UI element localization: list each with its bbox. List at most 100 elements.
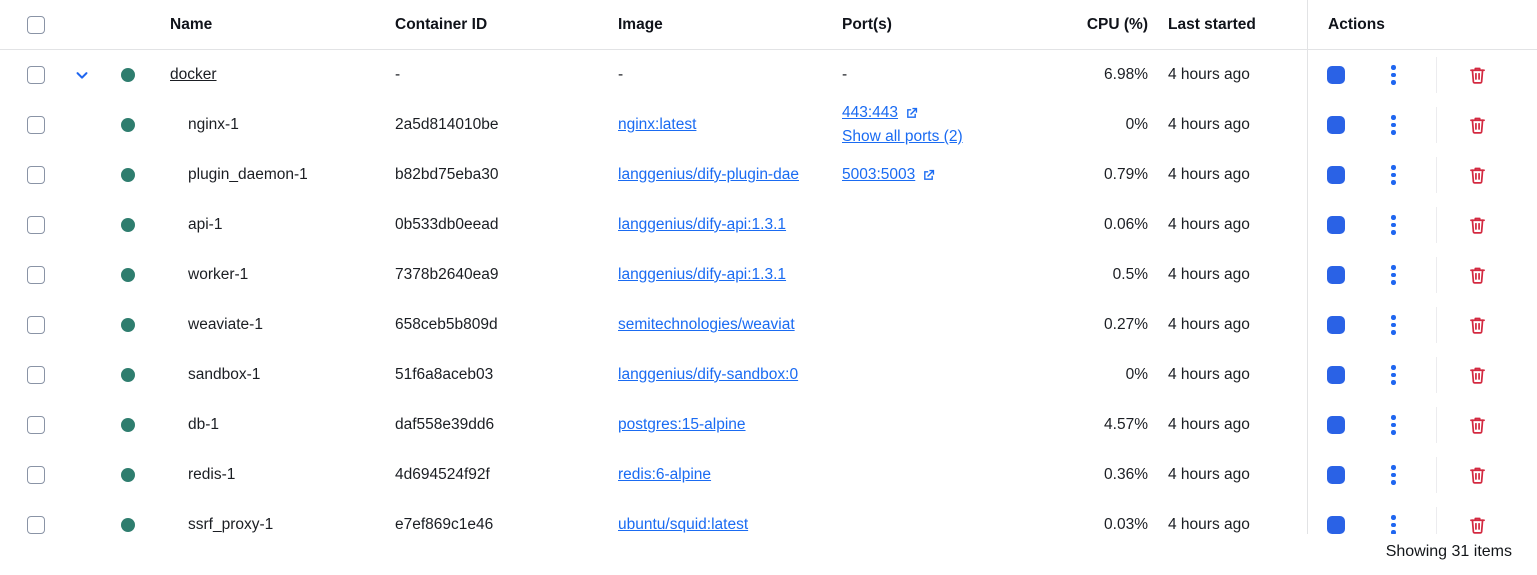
- row-checkbox[interactable]: [27, 516, 45, 534]
- trash-icon[interactable]: [1467, 114, 1488, 136]
- container-name[interactable]: plugin_daemon-1: [188, 166, 308, 183]
- table-row[interactable]: nginx-1 2a5d814010be nginx:latest 443:44…: [0, 100, 1537, 150]
- stop-button[interactable]: [1327, 416, 1345, 434]
- image-link[interactable]: langgenius/dify-sandbox:0: [618, 366, 798, 383]
- row-checkbox[interactable]: [27, 316, 45, 334]
- select-all-checkbox[interactable]: [27, 16, 45, 34]
- stop-button[interactable]: [1327, 66, 1345, 84]
- port-link[interactable]: 5003:5003: [842, 163, 915, 187]
- row-checkbox[interactable]: [27, 116, 45, 134]
- trash-icon[interactable]: [1467, 314, 1488, 336]
- kebab-menu-icon[interactable]: [1389, 113, 1398, 137]
- stop-button[interactable]: [1327, 166, 1345, 184]
- kebab-menu-icon[interactable]: [1389, 413, 1398, 437]
- cpu-value: 0%: [1040, 366, 1148, 384]
- image-link[interactable]: langgenius/dify-api:1.3.1: [618, 266, 786, 283]
- table-row[interactable]: redis-1 4d694524f92f redis:6-alpine 0.36…: [0, 450, 1537, 500]
- image-link[interactable]: postgres:15-alpine: [618, 416, 746, 433]
- image-link[interactable]: -: [618, 66, 623, 83]
- kebab-menu-icon[interactable]: [1389, 213, 1398, 237]
- row-checkbox[interactable]: [27, 166, 45, 184]
- row-status-cell: [121, 118, 155, 132]
- table-row[interactable]: plugin_daemon-1 b82bd75eba30 langgenius/…: [0, 150, 1537, 200]
- stop-button[interactable]: [1327, 266, 1345, 284]
- container-name[interactable]: ssrf_proxy-1: [188, 516, 273, 533]
- external-link-icon[interactable]: [921, 168, 936, 183]
- stop-button[interactable]: [1327, 116, 1345, 134]
- container-name-cell: weaviate-1: [155, 316, 395, 334]
- container-id-cell: b82bd75eba30: [395, 166, 618, 184]
- show-all-ports-link[interactable]: Show all ports (2): [842, 125, 1040, 149]
- table-row[interactable]: ssrf_proxy-1 e7ef869c1e46 ubuntu/squid:l…: [0, 500, 1537, 534]
- kebab-menu-icon[interactable]: [1389, 163, 1398, 187]
- image-link[interactable]: langgenius/dify-plugin-dae: [618, 166, 799, 183]
- status-dot-icon: [121, 268, 135, 282]
- stop-button[interactable]: [1327, 366, 1345, 384]
- trash-icon[interactable]: [1467, 64, 1488, 86]
- row-select-cell: [0, 466, 73, 484]
- column-header-name[interactable]: Name: [155, 16, 395, 34]
- container-name[interactable]: nginx-1: [188, 116, 239, 133]
- stop-button[interactable]: [1327, 516, 1345, 534]
- stop-button[interactable]: [1327, 216, 1345, 234]
- container-name[interactable]: api-1: [188, 216, 222, 233]
- port-link[interactable]: 443:443: [842, 101, 898, 125]
- container-name[interactable]: docker: [170, 66, 217, 84]
- row-checkbox[interactable]: [27, 66, 45, 84]
- ports-cell: [840, 400, 1040, 450]
- trash-icon[interactable]: [1467, 364, 1488, 386]
- actions-cell: [1307, 100, 1537, 150]
- container-name[interactable]: redis-1: [188, 466, 235, 483]
- column-header-container-id[interactable]: Container ID: [395, 16, 618, 34]
- image-link[interactable]: redis:6-alpine: [618, 466, 711, 483]
- row-checkbox[interactable]: [27, 366, 45, 384]
- image-link[interactable]: ubuntu/squid:latest: [618, 516, 748, 533]
- column-header-ports[interactable]: Port(s): [840, 0, 1040, 49]
- row-checkbox[interactable]: [27, 216, 45, 234]
- kebab-menu-icon[interactable]: [1389, 513, 1398, 534]
- stop-button[interactable]: [1327, 466, 1345, 484]
- row-status-cell: [121, 68, 155, 82]
- table-row[interactable]: sandbox-1 51f6a8aceb03 langgenius/dify-s…: [0, 350, 1537, 400]
- kebab-menu-icon[interactable]: [1389, 313, 1398, 337]
- trash-icon[interactable]: [1467, 464, 1488, 486]
- container-name[interactable]: worker-1: [188, 266, 248, 283]
- row-status-cell: [121, 468, 155, 482]
- container-id-cell: e7ef869c1e46: [395, 516, 618, 534]
- row-checkbox[interactable]: [27, 266, 45, 284]
- table-row[interactable]: docker - - - 6.98% 4 hours ago: [0, 50, 1537, 100]
- row-status-cell: [121, 218, 155, 232]
- expand-chevron-icon[interactable]: [73, 66, 91, 84]
- trash-icon[interactable]: [1467, 164, 1488, 186]
- table-row[interactable]: weaviate-1 658ceb5b809d semitechnologies…: [0, 300, 1537, 350]
- stop-button[interactable]: [1327, 316, 1345, 334]
- image-link[interactable]: langgenius/dify-api:1.3.1: [618, 216, 786, 233]
- row-select-cell: [0, 66, 73, 84]
- table-row[interactable]: worker-1 7378b2640ea9 langgenius/dify-ap…: [0, 250, 1537, 300]
- table-row[interactable]: api-1 0b533db0eead langgenius/dify-api:1…: [0, 200, 1537, 250]
- trash-icon[interactable]: [1467, 514, 1488, 534]
- cpu-value: 6.98%: [1040, 66, 1148, 84]
- trash-icon[interactable]: [1467, 264, 1488, 286]
- external-link-icon[interactable]: [904, 106, 919, 121]
- container-name[interactable]: weaviate-1: [188, 316, 263, 333]
- image-link[interactable]: nginx:latest: [618, 116, 696, 133]
- trash-icon[interactable]: [1467, 214, 1488, 236]
- container-name[interactable]: db-1: [188, 416, 219, 433]
- table-row[interactable]: db-1 daf558e39dd6 postgres:15-alpine 4.5…: [0, 400, 1537, 450]
- image-cell: langgenius/dify-api:1.3.1: [618, 216, 840, 234]
- container-name[interactable]: sandbox-1: [188, 366, 260, 383]
- trash-icon[interactable]: [1467, 414, 1488, 436]
- kebab-menu-icon[interactable]: [1389, 363, 1398, 387]
- image-link[interactable]: semitechnologies/weaviat: [618, 316, 795, 333]
- last-started-value: 4 hours ago: [1148, 316, 1307, 334]
- row-checkbox[interactable]: [27, 416, 45, 434]
- kebab-menu-icon[interactable]: [1389, 63, 1398, 87]
- column-header-image[interactable]: Image: [618, 16, 840, 34]
- row-checkbox[interactable]: [27, 466, 45, 484]
- column-header-cpu[interactable]: CPU (%): [1040, 16, 1148, 34]
- row-status-cell: [121, 418, 155, 432]
- kebab-menu-icon[interactable]: [1389, 263, 1398, 287]
- column-header-last-started[interactable]: Last started: [1148, 16, 1307, 34]
- kebab-menu-icon[interactable]: [1389, 463, 1398, 487]
